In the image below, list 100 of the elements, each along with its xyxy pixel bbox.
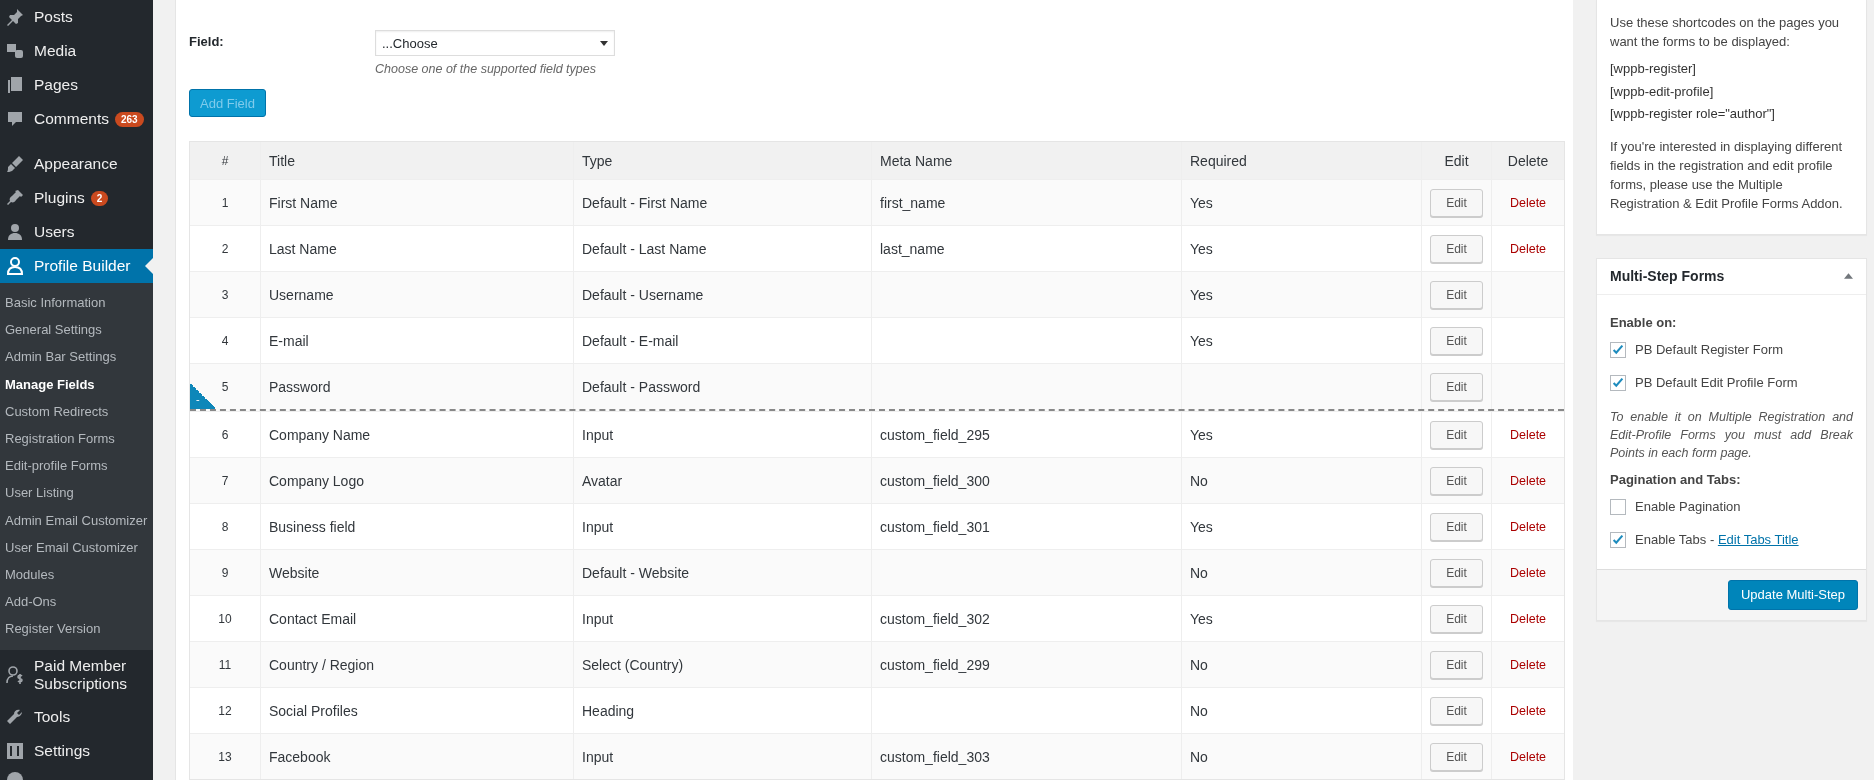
table-cell: Default - First Name (582, 194, 708, 211)
delete-link[interactable]: Delete (1509, 195, 1547, 210)
shortcodes-intro: Use these shortcodes on the pages you want the forms to be displayed: (1610, 14, 1841, 51)
row-number: 7 (221, 473, 229, 488)
table-cell: Yes (1190, 518, 1213, 535)
table-cell: Business field (269, 518, 356, 535)
submenu-item[interactable]: User Email Customizer (0, 533, 153, 561)
edit-button[interactable]: Edit (1430, 420, 1483, 449)
table-cell: custom_field_295 (880, 426, 990, 443)
delete-link[interactable]: Delete (1509, 703, 1547, 718)
table-cell: Yes (1190, 610, 1213, 627)
table-cell: Default - Username (582, 286, 704, 303)
table-cell: No (1190, 748, 1208, 765)
table-cell: Username (269, 286, 334, 303)
table-cell: No (1190, 564, 1208, 581)
row-number: 6 (221, 427, 229, 442)
field-type-select[interactable]: ...Choose (375, 30, 615, 56)
submenu-item[interactable]: Register Version (0, 615, 153, 643)
section-heading: Enable on: (1610, 314, 1678, 330)
submenu-item[interactable]: General Settings (0, 316, 153, 344)
submenu-item[interactable]: Basic Information (0, 289, 153, 317)
row-number: 2 (221, 241, 229, 256)
submenu-item[interactable]: Custom Redirects (0, 397, 153, 425)
sidebar-menu-item[interactable]: Pages (0, 68, 153, 102)
sidebar-menu-item[interactable]: Tools (0, 700, 153, 735)
delete-link[interactable]: Delete (1509, 473, 1547, 488)
submenu-item[interactable]: Edit-profile Forms (0, 452, 153, 480)
edit-button[interactable]: Edit (1430, 512, 1483, 541)
table-cell: Company Name (269, 426, 371, 443)
table-cell: Input (582, 518, 614, 535)
break-point-marker[interactable]: - (190, 383, 216, 409)
menu-label: Paid Member Subscriptions (34, 656, 129, 695)
edit-button[interactable]: Edit (1430, 280, 1483, 309)
table-cell: Yes (1190, 240, 1213, 257)
sidebar-menu-item[interactable]: Comments 263 (0, 102, 153, 136)
menu-label: Pages (34, 75, 78, 95)
table-cell: Input (582, 748, 614, 765)
checkbox[interactable] (1610, 498, 1626, 515)
edit-button[interactable]: Edit (1430, 604, 1483, 633)
edit-button[interactable]: Edit (1430, 742, 1483, 771)
table-cell: custom_field_300 (880, 472, 990, 489)
edit-button[interactable]: Edit (1430, 234, 1483, 263)
table-cell: Country / Region (269, 656, 375, 673)
table-cell: Last Name (269, 240, 337, 257)
table-cell: No (1190, 702, 1208, 719)
row-number: 11 (218, 657, 232, 672)
checkbox[interactable] (1610, 341, 1626, 358)
submenu-item[interactable]: Add-Ons (0, 588, 153, 616)
sidebar-menu-item[interactable]: Media (0, 34, 153, 68)
menu-label: Appearance (34, 154, 118, 174)
submenu-item[interactable]: User Listing (0, 479, 153, 507)
table-cell: Social Profiles (269, 702, 358, 719)
edit-tabs-title-link[interactable]: Edit Tabs Title (1717, 532, 1799, 548)
sidebar-menu-item[interactable]: Users (0, 215, 153, 249)
delete-link[interactable]: Delete (1509, 519, 1547, 534)
edit-button[interactable]: Edit (1430, 558, 1483, 587)
submenu-item[interactable]: Registration Forms (0, 424, 153, 453)
break-points-note: To enable it on Multiple Registration and Edit-Profile Forms you must add Break Points in each form page. (1610, 408, 1853, 462)
pages-icon (5, 75, 25, 95)
edit-button[interactable]: Edit (1430, 188, 1483, 217)
submenu-item[interactable]: Manage Fields (0, 370, 153, 398)
media-icon (5, 41, 25, 61)
delete-link[interactable]: Delete (1509, 657, 1547, 672)
sidebar-menu-item[interactable]: Posts (0, 0, 153, 34)
table-cell: Password (269, 378, 331, 395)
table-cell: Heading (582, 702, 635, 719)
edit-button[interactable]: Edit (1430, 696, 1483, 725)
table-cell: Yes (1190, 426, 1213, 443)
settings-icon (5, 741, 25, 762)
table-cell: Yes (1190, 286, 1213, 303)
row-number: 4 (221, 333, 229, 348)
table-cell: Avatar (582, 472, 623, 489)
edit-button[interactable]: Edit (1430, 372, 1483, 401)
delete-link[interactable]: Delete (1509, 611, 1547, 626)
delete-link[interactable]: Delete (1509, 749, 1547, 764)
delete-link[interactable]: Delete (1509, 565, 1547, 580)
table-cell: Default - Website (582, 564, 690, 581)
menu-label: Plugins (34, 188, 85, 208)
sidebar-menu-item[interactable]: Settings (0, 734, 153, 769)
checkbox[interactable] (1610, 531, 1626, 548)
checkbox[interactable] (1610, 374, 1626, 391)
submenu-item[interactable]: Modules (0, 560, 153, 589)
delete-link[interactable]: Delete (1509, 241, 1547, 256)
collapse-toggle-icon[interactable] (1844, 273, 1853, 280)
sidebar-menu-item[interactable]: Appearance (0, 147, 153, 181)
sidebar-menu-item[interactable]: Profile Builder (0, 249, 153, 283)
delete-link[interactable]: Delete (1509, 427, 1547, 442)
edit-button[interactable]: Edit (1430, 650, 1483, 679)
sidebar-menu-item[interactable]: Plugins 2 (0, 181, 153, 215)
shortcodes-note: If you're interested in displaying different fields in the registration and edit profile forms, please use the Multiple Registration & Edit Profile Forms Addon. (1610, 138, 1844, 213)
submenu-item[interactable]: Admin Bar Settings (0, 343, 153, 371)
option-label: Enable Tabs - (1635, 532, 1716, 548)
sidebar-menu-item[interactable]: Paid Member Subscriptions (0, 650, 153, 701)
row-number: 3 (221, 287, 229, 302)
menu-label: Media (34, 41, 77, 61)
edit-button[interactable]: Edit (1430, 466, 1483, 495)
submenu-item[interactable]: Admin Email Customizer (0, 506, 153, 534)
update-multi-step-button[interactable]: Update Multi-Step (1727, 579, 1858, 610)
edit-button[interactable]: Edit (1430, 326, 1483, 355)
table-cell: custom_field_302 (880, 610, 990, 627)
